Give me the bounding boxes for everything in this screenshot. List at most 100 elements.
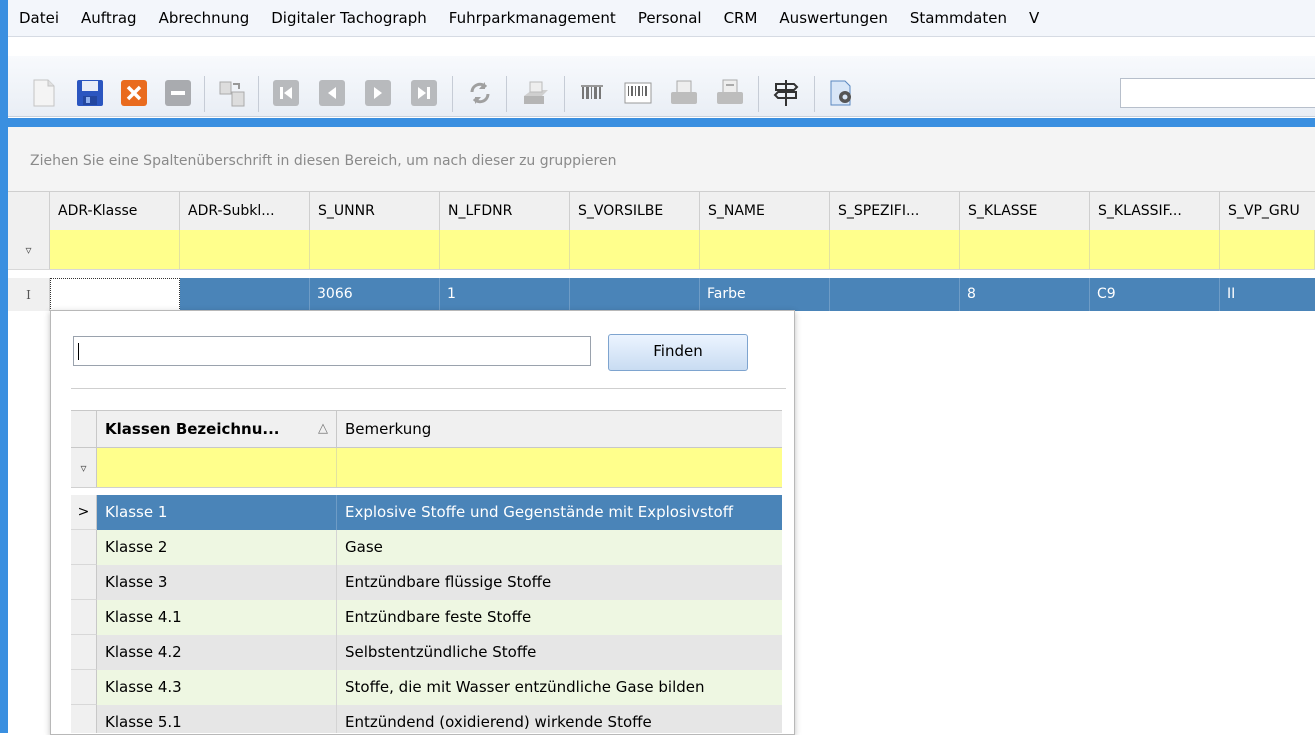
grid-filter-row[interactable]: ▿ [8,230,1315,270]
column-header-adr-subklasse[interactable]: ADR-Subkl... [180,192,310,230]
popup-separator [71,388,786,389]
filter-cell[interactable] [1090,230,1220,269]
cell-klasse[interactable]: Klasse 1 [97,495,337,530]
toolbar-separator [758,76,759,112]
cell-adr-klasse-editor[interactable] [50,278,180,311]
list-item[interactable]: Klasse 4.3 Stoffe, die mit Wasser entzün… [71,670,782,705]
cell-bemerkung[interactable]: Gase [337,530,782,565]
filter-cell[interactable] [440,230,570,269]
cell-klasse[interactable]: Klasse 4.3 [97,670,337,705]
column-header-klassen-bezeichnung[interactable]: Klassen Bezeichnu... △ [97,411,337,447]
save-icon[interactable] [74,77,106,109]
cell-klasse[interactable]: Klasse 5.1 [97,705,337,733]
menu-auftrag[interactable]: Auftrag [70,0,148,36]
menu-personal[interactable]: Personal [627,0,713,36]
lookup-header-corner [71,411,97,447]
refresh-icon[interactable] [464,77,496,109]
next-icon[interactable] [362,77,394,109]
cell-s-unnr[interactable]: 3066 [310,278,440,311]
menu-abrechnung[interactable]: Abrechnung [148,0,261,36]
table-row[interactable]: I 3066 1 Farbe 8 C9 II [8,278,1315,311]
toolbar-separator [814,76,815,112]
column-header-s-klasse[interactable]: S_KLASSE [960,192,1090,230]
cell-s-klasse[interactable]: 8 [960,278,1090,311]
column-header-n-lfdnr[interactable]: N_LFDNR [440,192,570,230]
cell-s-spezifikation[interactable] [830,278,960,311]
column-header-bemerkung[interactable]: Bemerkung [337,411,782,447]
column-header-adr-klasse[interactable]: ADR-Klasse [50,192,180,230]
cell-klasse[interactable]: Klasse 2 [97,530,337,565]
find-button[interactable]: Finden [608,334,748,371]
list-item[interactable]: Klasse 3 Entzündbare flüssige Stoffe [71,565,782,600]
column-header-s-name[interactable]: S_NAME [700,192,830,230]
cell-bemerkung[interactable]: Entzündbare flüssige Stoffe [337,565,782,600]
filter-row-icon: ▿ [8,230,50,269]
first-icon[interactable] [270,77,302,109]
filter-cell[interactable] [97,448,337,487]
list-item[interactable]: > Klasse 1 Explosive Stoffe und Gegenstä… [71,495,782,530]
barcode-icon[interactable] [576,77,608,109]
toolbar-divider-band [8,118,1315,127]
column-header-s-klassifizierung[interactable]: S_KLASSIF... [1090,192,1220,230]
barcode2-icon[interactable] [622,77,654,109]
filter-cell[interactable] [830,230,960,269]
print-icon[interactable] [520,77,552,109]
cell-bemerkung[interactable]: Entzündbare feste Stoffe [337,600,782,635]
row-indicator [71,530,97,565]
signpost-icon[interactable] [770,77,802,109]
toolbar-separator [204,76,205,112]
menu-crm[interactable]: CRM [713,0,769,36]
filter-cell[interactable] [960,230,1090,269]
minus-icon[interactable] [162,77,194,109]
copy-record-icon[interactable] [216,77,248,109]
settings-doc-icon[interactable] [826,77,858,109]
cell-n-lfdnr[interactable]: 1 [440,278,570,311]
column-header-s-unnr[interactable]: S_UNNR [310,192,440,230]
cell-s-name[interactable]: Farbe [700,278,830,311]
cell-klasse[interactable]: Klasse 4.1 [97,600,337,635]
printer3-icon[interactable] [714,77,746,109]
menu-stammdaten[interactable]: Stammdaten [899,0,1018,36]
column-header-s-spezifikation[interactable]: S_SPEZIFI... [830,192,960,230]
toolbar-search-input[interactable] [1120,78,1315,108]
filter-cell[interactable] [1220,230,1315,269]
lookup-search-input[interactable] [73,336,591,366]
new-doc-icon[interactable] [28,77,60,109]
cell-s-vp-gruppe[interactable]: II [1220,278,1315,311]
column-header-s-vp-gruppe[interactable]: S_VP_GRU [1220,192,1315,230]
cell-bemerkung[interactable]: Stoffe, die mit Wasser entzündliche Gase… [337,670,782,705]
menu-fuhrparkmanagement[interactable]: Fuhrparkmanagement [438,0,627,36]
menu-digitaler-tachograph[interactable]: Digitaler Tachograph [260,0,438,36]
delete-icon[interactable] [118,77,150,109]
filter-cell[interactable] [570,230,700,269]
menu-auswertungen[interactable]: Auswertungen [768,0,898,36]
printer2-icon[interactable] [668,77,700,109]
cell-s-vorsilbe[interactable] [570,278,700,311]
main-panel: Ziehen Sie eine Spaltenüberschrift in di… [8,127,1315,735]
list-item[interactable]: Klasse 2 Gase [71,530,782,565]
filter-cell[interactable] [700,230,830,269]
header-corner [8,192,50,230]
list-item[interactable]: Klasse 4.1 Entzündbare feste Stoffe [71,600,782,635]
filter-cell[interactable] [180,230,310,269]
list-item[interactable]: Klasse 5.1 Entzündend (oxidierend) wirke… [71,705,782,733]
lookup-filter-row[interactable]: ▿ [71,448,782,488]
menu-datei[interactable]: Datei [8,0,70,36]
filter-cell[interactable] [310,230,440,269]
filter-cell[interactable] [50,230,180,269]
toolbar-separator [452,76,453,112]
cell-bemerkung[interactable]: Entzündend (oxidierend) wirkende Stoffe [337,705,782,733]
cell-bemerkung[interactable]: Explosive Stoffe und Gegenstände mit Exp… [337,495,782,530]
list-item[interactable]: Klasse 4.2 Selbstentzündliche Stoffe [71,635,782,670]
cell-klasse[interactable]: Klasse 4.2 [97,635,337,670]
last-icon[interactable] [408,77,440,109]
cell-adr-subklasse[interactable] [180,278,310,311]
column-header-s-vorsilbe[interactable]: S_VORSILBE [570,192,700,230]
menu-bar: Datei Auftrag Abrechnung Digitaler Tachogra… [8,0,1315,37]
cell-klasse[interactable]: Klasse 3 [97,565,337,600]
cell-bemerkung[interactable]: Selbstentzündliche Stoffe [337,635,782,670]
prev-icon[interactable] [316,77,348,109]
menu-overflow[interactable]: V [1018,0,1050,36]
cell-s-klassifizierung[interactable]: C9 [1090,278,1220,311]
group-by-area[interactable]: Ziehen Sie eine Spaltenüberschrift in di… [8,127,1315,191]
